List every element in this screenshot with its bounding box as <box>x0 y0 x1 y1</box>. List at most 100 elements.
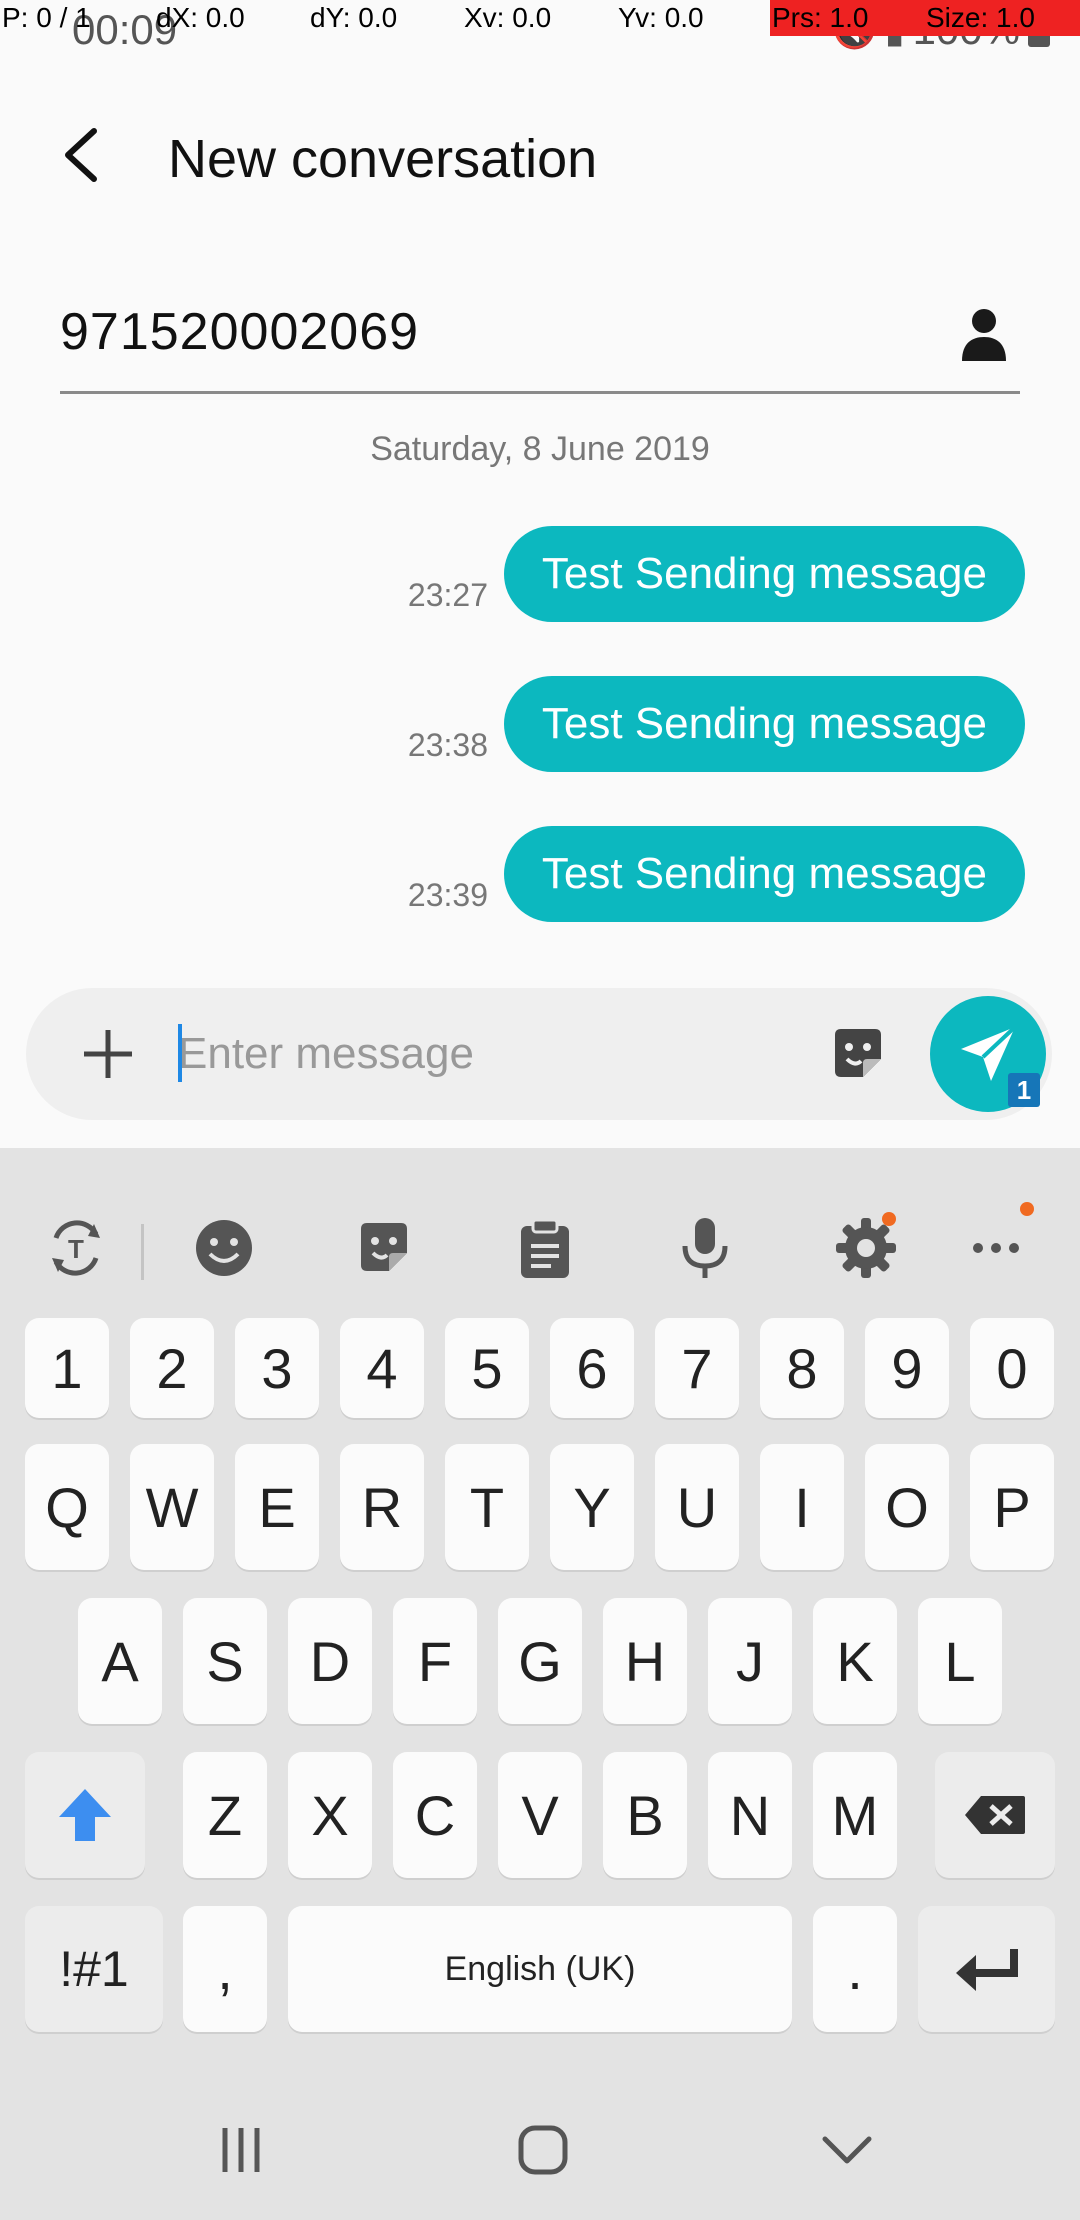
svg-text:T: T <box>68 1234 84 1264</box>
enter-key[interactable] <box>918 1906 1055 2032</box>
translate-button[interactable]: T <box>36 1208 116 1288</box>
date-separator: Saturday, 8 June 2019 <box>370 430 710 468</box>
message-input[interactable] <box>178 1012 818 1096</box>
debug-xv: Xv: 0.0 <box>464 2 552 33</box>
toolbar-divider <box>141 1224 144 1280</box>
key-3[interactable]: 3 <box>235 1318 319 1418</box>
key-g[interactable]: G <box>498 1598 582 1724</box>
app-bar: New conversation <box>0 80 1080 230</box>
key-s[interactable]: S <box>183 1598 267 1724</box>
key-t[interactable]: T <box>445 1444 529 1570</box>
back-arrow-icon <box>65 128 97 182</box>
page-title: New conversation <box>168 129 598 189</box>
person-icon <box>962 309 1006 361</box>
home-button[interactable] <box>498 2110 588 2190</box>
key-4[interactable]: 4 <box>340 1318 424 1418</box>
message-time: 23:27 <box>407 577 488 613</box>
shift-key[interactable] <box>25 1752 145 1878</box>
key-z[interactable]: Z <box>183 1752 267 1878</box>
keyboard-toolbar: T <box>0 1188 1080 1298</box>
clipboard-button[interactable] <box>505 1208 585 1288</box>
sim-badge: 1 <box>1008 1073 1040 1107</box>
key-h[interactable]: H <box>603 1598 687 1724</box>
attach-button[interactable] <box>72 1018 144 1090</box>
message-bubble[interactable]: Test Sending message <box>503 826 1025 922</box>
keyboard: T 1 2 3 4 5 6 7 8 9 0 Q W E R T Y U I O … <box>0 1148 1080 2220</box>
sticker-keyboard-button[interactable] <box>344 1208 424 1288</box>
sticker-button[interactable] <box>822 1018 894 1090</box>
recent-apps-icon <box>222 2128 260 2172</box>
message-time: 23:39 <box>407 877 488 913</box>
key-c[interactable]: C <box>393 1752 477 1878</box>
key-f[interactable]: F <box>393 1598 477 1724</box>
key-1[interactable]: 1 <box>25 1318 109 1418</box>
recent-apps-button[interactable] <box>196 2110 286 2190</box>
message-row: 23:27 Test Sending message <box>0 526 1080 622</box>
chevron-down-icon <box>822 2136 872 2164</box>
recipient-field[interactable]: 971520002069 <box>60 282 1020 394</box>
key-9[interactable]: 9 <box>865 1318 949 1418</box>
key-y[interactable]: Y <box>550 1444 634 1570</box>
backspace-key[interactable] <box>935 1752 1055 1878</box>
key-r[interactable]: R <box>340 1444 424 1570</box>
key-i[interactable]: I <box>760 1444 844 1570</box>
sticker-icon <box>361 1223 407 1271</box>
contacts-button[interactable] <box>948 296 1020 372</box>
home-icon <box>518 2125 568 2175</box>
key-p[interactable]: P <box>970 1444 1054 1570</box>
key-5[interactable]: 5 <box>445 1318 529 1418</box>
microphone-icon <box>682 1218 728 1278</box>
key-l[interactable]: L <box>918 1598 1002 1724</box>
key-o[interactable]: O <box>865 1444 949 1570</box>
key-0[interactable]: 0 <box>970 1318 1054 1418</box>
space-key[interactable]: English (UK) <box>288 1906 792 2032</box>
message-bubble[interactable]: Test Sending message <box>503 526 1025 622</box>
navigation-bar <box>0 2080 1080 2220</box>
shift-arrow-icon <box>59 1789 111 1841</box>
key-j[interactable]: J <box>708 1598 792 1724</box>
comma-key[interactable]: , <box>183 1906 267 2032</box>
key-e[interactable]: E <box>235 1444 319 1570</box>
back-button[interactable] <box>40 110 120 200</box>
key-8[interactable]: 8 <box>760 1318 844 1418</box>
key-w[interactable]: W <box>130 1444 214 1570</box>
key-a[interactable]: A <box>78 1598 162 1724</box>
debug-dy: dY: 0.0 <box>310 2 398 33</box>
message-row: 23:38 Test Sending message <box>0 676 1080 772</box>
symbols-key[interactable]: !#1 <box>25 1906 163 2032</box>
key-v[interactable]: V <box>498 1752 582 1878</box>
debug-pointer: P: 0 / 1 <box>2 2 91 33</box>
key-6[interactable]: 6 <box>550 1318 634 1418</box>
key-u[interactable]: U <box>655 1444 739 1570</box>
hide-keyboard-button[interactable] <box>802 2110 892 2190</box>
key-q[interactable]: Q <box>25 1444 109 1570</box>
message-row: 23:39 Test Sending message <box>0 826 1080 922</box>
emoji-button[interactable] <box>184 1208 264 1288</box>
key-k[interactable]: K <box>813 1598 897 1724</box>
period-key[interactable]: . <box>813 1906 897 2032</box>
clipboard-icon <box>521 1218 569 1278</box>
debug-yv: Yv: 0.0 <box>618 2 704 33</box>
more-icon <box>973 1243 1019 1253</box>
debug-size: Size: 1.0 <box>926 2 1035 33</box>
key-2[interactable]: 2 <box>130 1318 214 1418</box>
recipient-number: 971520002069 <box>60 303 420 361</box>
text-cursor <box>178 1024 182 1082</box>
key-m[interactable]: M <box>813 1752 897 1878</box>
settings-notification-dot <box>882 1212 896 1226</box>
emoji-icon <box>196 1220 252 1276</box>
key-b[interactable]: B <box>603 1752 687 1878</box>
message-time: 23:38 <box>407 727 488 763</box>
message-bubble[interactable]: Test Sending message <box>503 676 1025 772</box>
key-7[interactable]: 7 <box>655 1318 739 1418</box>
plus-icon <box>84 1030 132 1078</box>
voice-input-button[interactable] <box>665 1208 745 1288</box>
key-n[interactable]: N <box>708 1752 792 1878</box>
enter-icon <box>955 1949 1018 1991</box>
sticker-icon <box>835 1029 881 1077</box>
translate-icon: T <box>52 1220 100 1276</box>
message-composer <box>26 988 1052 1120</box>
more-options-button[interactable] <box>956 1208 1036 1288</box>
key-x[interactable]: X <box>288 1752 372 1878</box>
key-d[interactable]: D <box>288 1598 372 1724</box>
